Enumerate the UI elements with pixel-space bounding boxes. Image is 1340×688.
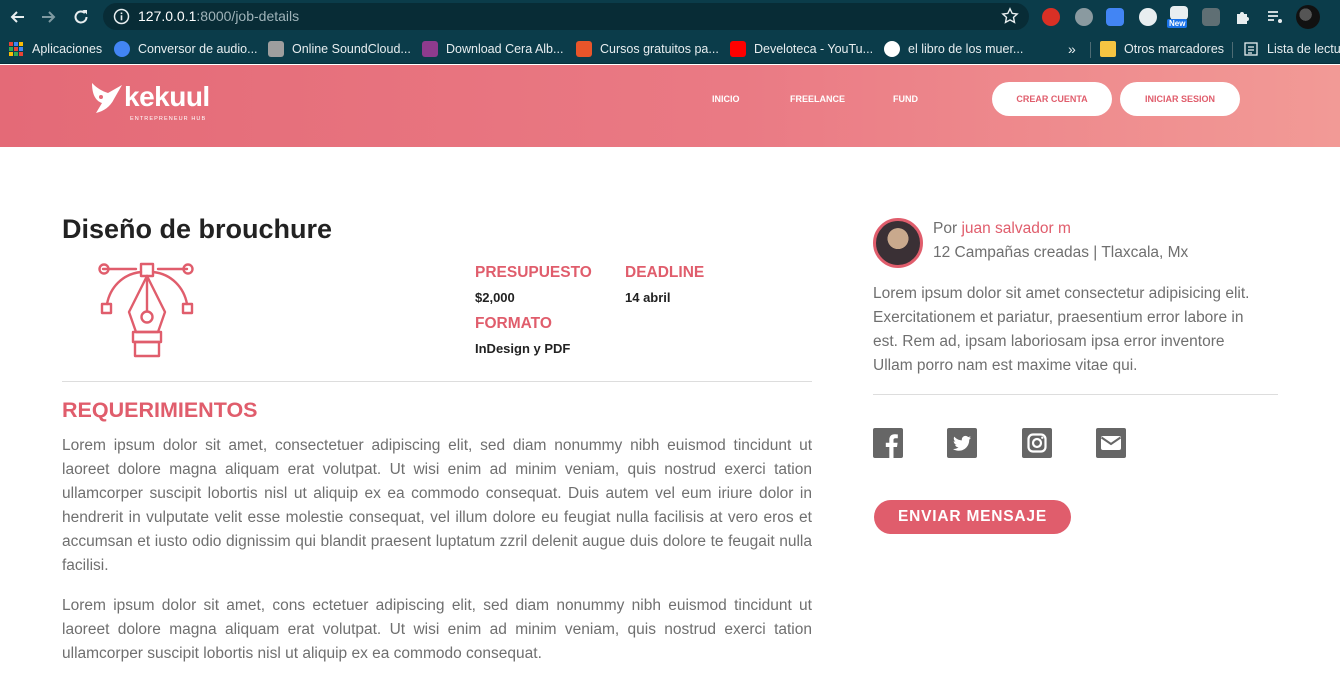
profile-avatar[interactable] <box>1296 5 1320 29</box>
browser-toolbar: 127.0.0.1:8000/job-details New <box>0 0 1340 34</box>
forward-arrow-icon <box>42 11 56 23</box>
author-avatar[interactable] <box>873 218 923 268</box>
bookmark-apps[interactable]: Aplicaciones <box>8 34 102 64</box>
folder-icon <box>1100 41 1116 57</box>
news-extension-icon[interactable] <box>1170 6 1188 20</box>
reload-button[interactable] <box>70 6 92 28</box>
instagram-icon[interactable] <box>1022 428 1052 458</box>
soundcloud-downloader-icon <box>268 41 284 57</box>
bookmark-item[interactable]: Conversor de audio... <box>114 34 258 64</box>
kekuul-logo[interactable]: kekuul ENTREPRENEUR HUB <box>88 77 218 123</box>
extensions-puzzle-icon[interactable] <box>1234 8 1252 26</box>
logo-tagline: ENTREPRENEUR HUB <box>130 116 207 122</box>
block-extension-icon[interactable] <box>1139 8 1157 26</box>
forward-button[interactable] <box>38 6 60 28</box>
budget-value: $2,000 <box>475 290 515 305</box>
back-arrow-icon <box>10 11 24 23</box>
audio-converter-icon <box>114 41 130 57</box>
pen-tool-icon <box>98 262 194 358</box>
apps-grid-icon <box>9 42 23 56</box>
site-header: kekuul ENTREPRENEUR HUB INICIO FREELANCE… <box>0 65 1340 147</box>
deadline-value: 14 abril <box>625 290 671 305</box>
deadline-label: DEADLINE <box>625 264 705 281</box>
bookmark-item[interactable]: Develoteca - YouTu... <box>730 34 873 64</box>
bird-logo-icon <box>92 83 122 113</box>
requirements-heading: REQUERIMIENTOS <box>62 398 258 422</box>
reading-list-icon <box>1244 42 1258 56</box>
format-label: FORMATO <box>475 315 552 332</box>
bookmark-item[interactable]: Cursos gratuitos pa... <box>576 34 719 64</box>
reload-icon <box>74 10 88 24</box>
content-divider <box>62 381 812 382</box>
google-icon <box>884 41 900 57</box>
translate-extension-icon[interactable] <box>1106 8 1124 26</box>
bookmark-separator <box>1232 42 1233 58</box>
bookmark-star-icon[interactable] <box>1001 7 1019 25</box>
login-button[interactable]: INICIAR SESION <box>1120 82 1240 116</box>
bookmarks-overflow-button[interactable]: » <box>1068 34 1076 64</box>
facebook-icon[interactable] <box>873 428 903 458</box>
create-account-button[interactable]: CREAR CUENTA <box>992 82 1112 116</box>
music-download-icon <box>422 41 438 57</box>
logo-wordmark: kekuul <box>124 81 210 112</box>
extension-icon[interactable] <box>1075 8 1093 26</box>
url-text: 127.0.0.1:8000/job-details <box>138 8 300 24</box>
nav-freelance[interactable]: FREELANCE <box>790 94 845 104</box>
bookmarks-bar: Aplicaciones Conversor de audio... Onlin… <box>0 34 1340 64</box>
email-icon[interactable] <box>1096 428 1126 458</box>
author-bio: Lorem ipsum dolor sit amet consectetur a… <box>873 285 1250 374</box>
back-button[interactable] <box>6 6 28 28</box>
bookmark-separator <box>1090 42 1091 58</box>
media-queue-icon[interactable] <box>1266 8 1284 26</box>
sidebar-divider <box>873 394 1278 395</box>
nav-fund[interactable]: FUND <box>893 94 918 104</box>
nav-inicio[interactable]: INICIO <box>712 94 740 104</box>
requirements-paragraph: Lorem ipsum dolor sit amet, cons ectetue… <box>62 597 812 662</box>
reading-list-button[interactable]: Lista de lectura <box>1243 34 1340 64</box>
job-title: Diseño de brouchure <box>62 214 333 244</box>
twitter-icon[interactable] <box>947 428 977 458</box>
bookmark-item[interactable]: Online SoundCloud... <box>268 34 411 64</box>
budget-label: PRESUPUESTO <box>475 264 592 281</box>
requirements-paragraph: Lorem ipsum dolor sit amet, consectetuer… <box>62 437 812 574</box>
author-name-link[interactable]: juan salvador m <box>961 220 1070 237</box>
address-bar[interactable]: 127.0.0.1:8000/job-details <box>103 3 1029 30</box>
format-value: InDesign y PDF <box>475 341 571 356</box>
bookmark-item[interactable]: Download Cera Alb... <box>422 34 563 64</box>
other-bookmarks-folder[interactable]: Otros marcadores <box>1100 34 1224 64</box>
adblock-extension-icon[interactable] <box>1042 8 1060 26</box>
send-message-button[interactable]: ENVIAR MENSAJE <box>874 500 1071 534</box>
devtools-extension-icon[interactable] <box>1202 8 1220 26</box>
bookmark-item[interactable]: el libro de los muer... <box>884 34 1023 64</box>
author-byline: Por juan salvador m <box>933 220 1071 237</box>
courses-site-icon <box>576 41 592 57</box>
site-info-icon[interactable] <box>113 8 130 25</box>
new-badge: New <box>1167 19 1188 28</box>
author-campaigns: 12 Campañas creadas | Tlaxcala, Mx <box>933 244 1189 261</box>
youtube-icon <box>730 41 746 57</box>
